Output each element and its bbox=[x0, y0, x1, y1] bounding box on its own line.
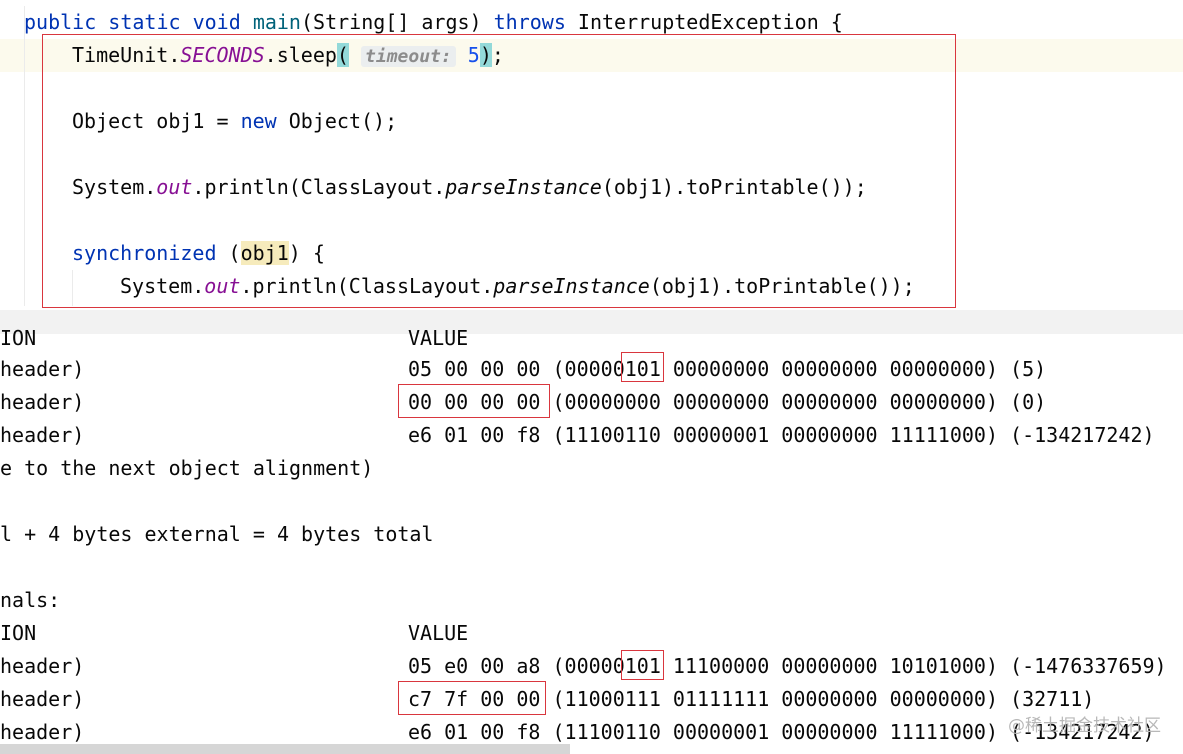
console-line-9: nals: bbox=[0, 588, 60, 612]
to-printable-call: (obj1).toPrintable()); bbox=[649, 274, 915, 298]
console-col-left: header) bbox=[0, 720, 85, 744]
console-col-left: ION bbox=[0, 621, 37, 645]
console-divider bbox=[0, 310, 1183, 334]
code-line-5: synchronized (obj1) { bbox=[72, 241, 325, 265]
console-col-left: header) bbox=[0, 390, 85, 414]
console-col-right: VALUE bbox=[408, 621, 469, 645]
console-line-1: ION bbox=[0, 326, 36, 350]
exception-type: InterruptedException { bbox=[565, 10, 843, 34]
console-col-right: 00 00 00 00 (00000000 00000000 00000000 … bbox=[408, 390, 1047, 414]
keyword-public: public bbox=[24, 10, 97, 34]
method-name: main bbox=[252, 10, 301, 34]
console-line-3: header) bbox=[0, 390, 84, 414]
timeunit-ref: TimeUnit. bbox=[72, 43, 181, 67]
method-params: (String[] args) bbox=[300, 10, 494, 34]
console-col-right: e6 01 00 f8 (11100110 00000001 00000000 … bbox=[408, 423, 1155, 447]
println-call: .println(ClassLayout. bbox=[192, 175, 446, 199]
indent-guide-inner bbox=[72, 270, 73, 306]
keyword-static: static bbox=[108, 10, 181, 34]
keyword-synchronized: synchronized bbox=[72, 241, 217, 265]
console-col-left: e to the next object alignment) bbox=[0, 456, 374, 480]
console-line-11: header) bbox=[0, 654, 84, 678]
keyword-void: void bbox=[192, 10, 241, 34]
console-col-left: nals: bbox=[0, 588, 61, 612]
to-printable-call: (obj1).toPrintable()); bbox=[601, 175, 867, 199]
println-call: .println(ClassLayout. bbox=[240, 274, 494, 298]
console-line-13: header) bbox=[0, 720, 84, 744]
code-line-3: Object obj1 = new Object(); bbox=[72, 109, 397, 133]
console-col-left: ION bbox=[0, 326, 37, 350]
console-col-right: c7 7f 00 00 (11000111 01111111 00000000 … bbox=[408, 687, 1095, 711]
console-col-left: header) bbox=[0, 687, 85, 711]
console-line-10: ION bbox=[0, 621, 36, 645]
console-col-left: header) bbox=[0, 423, 85, 447]
console-line-11-value: 05 e0 00 a8 (00000101 11100000 00000000 … bbox=[408, 654, 1167, 678]
console-line-7: l + 4 bytes external = 4 bytes total bbox=[0, 522, 433, 546]
sync-paren-close: ) { bbox=[288, 241, 325, 265]
console-col-left: header) bbox=[0, 654, 85, 678]
code-line-1: public static void main(String[] args) t… bbox=[24, 10, 843, 34]
console-line-4: header) bbox=[0, 423, 84, 447]
console-line-10-value: VALUE bbox=[408, 621, 468, 645]
code-line-6: System.out.println(ClassLayout.parseInst… bbox=[120, 274, 915, 298]
console-line-5: e to the next object alignment) bbox=[0, 456, 373, 480]
keyword-throws: throws bbox=[493, 10, 566, 34]
console-col-left: header) bbox=[0, 357, 85, 381]
parameter-hint: timeout: bbox=[361, 46, 456, 67]
code-annotation-box bbox=[42, 34, 956, 308]
code-line-2: TimeUnit.SECONDS.sleep( timeout: 5); bbox=[72, 43, 504, 67]
number-literal: 5 bbox=[467, 43, 480, 67]
console-col-right: 05 e0 00 a8 (00000101 11100000 00000000 … bbox=[408, 654, 1167, 678]
console-col-left: l + 4 bytes external = 4 bytes total bbox=[0, 522, 434, 546]
console-line-12: header) bbox=[0, 687, 84, 711]
paren-open-highlight: ( bbox=[336, 43, 349, 67]
code-editor[interactable]: public static void main(String[] args) t… bbox=[0, 0, 1183, 310]
parse-instance-call: parseInstance bbox=[493, 274, 650, 298]
console-line-2-value: 05 00 00 00 (00000101 00000000 00000000 … bbox=[408, 357, 1046, 381]
object-declaration: Object obj1 = bbox=[72, 109, 241, 133]
console-line-4-value: e6 01 00 f8 (11100110 00000001 00000000 … bbox=[408, 423, 1155, 447]
console-line-2: header) bbox=[0, 357, 84, 381]
paren-close-highlight: ) bbox=[479, 43, 492, 67]
console-col-right: VALUE bbox=[408, 326, 469, 350]
console-output[interactable]: ION VALUE header) 05 00 00 00 (00000101 … bbox=[0, 310, 1183, 754]
static-field-out: out bbox=[156, 175, 193, 199]
static-field-out: out bbox=[204, 274, 241, 298]
parse-instance-call: parseInstance bbox=[445, 175, 602, 199]
system-ref: System. bbox=[120, 274, 205, 298]
indent-guide bbox=[24, 6, 25, 306]
system-ref: System. bbox=[72, 175, 157, 199]
object-constructor: Object(); bbox=[276, 109, 398, 133]
watermark: @稀土掘金技术社区 bbox=[1008, 716, 1161, 736]
static-field-seconds: SECONDS bbox=[180, 43, 265, 67]
code-line-4: System.out.println(ClassLayout.parseInst… bbox=[72, 175, 867, 199]
console-line-1-value: VALUE bbox=[408, 326, 468, 350]
sync-paren-open: ( bbox=[216, 241, 241, 265]
variable-highlight: obj1 bbox=[240, 241, 289, 265]
sleep-call: .sleep bbox=[264, 43, 337, 67]
horizontal-scrollbar[interactable] bbox=[0, 744, 570, 754]
keyword-new: new bbox=[240, 109, 277, 133]
console-line-12-value: c7 7f 00 00 (11000111 01111111 00000000 … bbox=[408, 687, 1094, 711]
console-col-right: 05 00 00 00 (00000101 00000000 00000000 … bbox=[408, 357, 1047, 381]
console-line-3-value: 00 00 00 00 (00000000 00000000 00000000 … bbox=[408, 390, 1046, 414]
semicolon: ; bbox=[491, 43, 504, 67]
